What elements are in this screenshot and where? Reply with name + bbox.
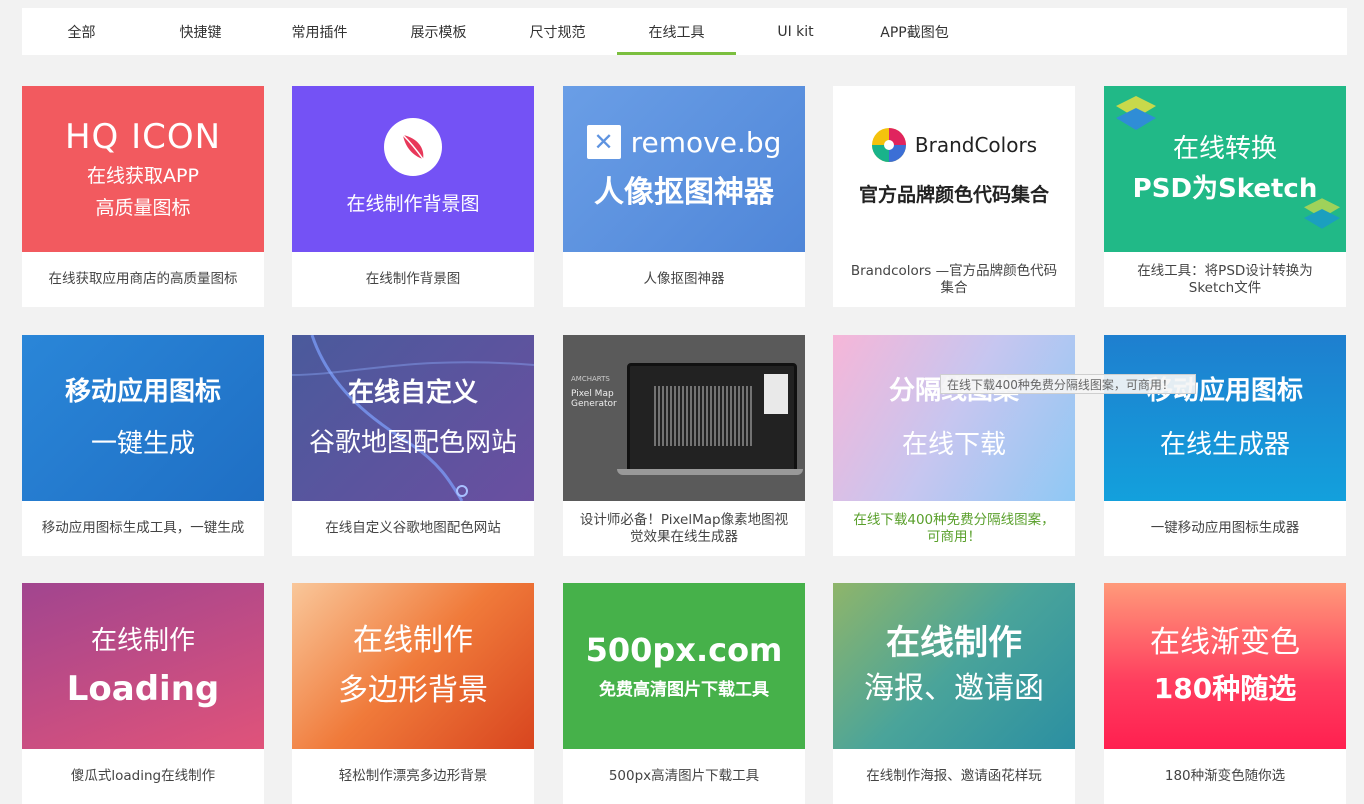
card-thumbnail[interactable]: AMCHARTS Pixel Map Generator xyxy=(563,335,805,501)
amcharts-brand: AMCHARTS Pixel Map Generator xyxy=(571,375,619,409)
card-thumbnail[interactable]: 在线自定义 谷歌地图配色网站 xyxy=(292,335,534,501)
card-thumbnail[interactable]: ✕ remove.bg 人像抠图神器 xyxy=(563,86,805,252)
category-tab-bar: 全部 快捷键 常用插件 展示模板 尺寸规范 在线工具 UI kit APP截图包 xyxy=(22,8,1347,55)
card-caption[interactable]: 轻松制作漂亮多边形背景 xyxy=(306,749,520,804)
card-thumbnail[interactable]: 在线制作 多边形背景 xyxy=(292,583,534,749)
tab-showcase-templates[interactable]: 展示模板 xyxy=(379,8,498,55)
thumb-subtitle: 谷歌地图配色网站 xyxy=(308,428,517,458)
card-caption[interactable]: 人像抠图神器 xyxy=(577,252,791,307)
card-caption[interactable]: 在线制作海报、邀请函花样玩 xyxy=(847,749,1061,804)
card-caption[interactable]: Brandcolors —官方品牌颜色代码集合 xyxy=(847,252,1061,307)
thumb-title: 在线渐变色 xyxy=(1150,625,1300,660)
card-caption[interactable]: 在线自定义谷歌地图配色网站 xyxy=(306,501,520,556)
card-thumbnail[interactable]: 移动应用图标 一键生成 xyxy=(22,335,264,501)
card-caption[interactable]: 傻瓜式loading在线制作 xyxy=(36,749,250,804)
thumb-subtitle: 180种随选 xyxy=(1153,672,1297,705)
tool-card[interactable]: 在线渐变色 180种随选 180种渐变色随你选 xyxy=(1104,583,1346,804)
card-thumbnail[interactable]: 在线制作 海报、邀请函 xyxy=(833,583,1075,749)
thumb-title: BrandColors xyxy=(914,133,1038,157)
tool-card[interactable]: HQ ICON 在线获取APP 高质量图标 在线获取应用商店的高质量图标 xyxy=(22,86,264,307)
thumb-subtitle: Pixel Map Generator xyxy=(571,389,617,409)
tool-card[interactable]: 分隔线图案 在线下载 在线下载400种免费分隔线图案，可商用！ xyxy=(833,335,1075,556)
removebg-logo: ✕ remove.bg xyxy=(586,125,782,159)
thumb-title: 在线转换 xyxy=(1172,134,1277,164)
tab-app-screenshots[interactable]: APP截图包 xyxy=(855,8,974,55)
thumb-title: 500px.com xyxy=(585,631,783,669)
card-caption[interactable]: 在线获取应用商店的高质量图标 xyxy=(36,252,250,307)
tab-ui-kit[interactable]: UI kit xyxy=(736,8,855,55)
card-thumbnail[interactable]: 在线制作背景图 xyxy=(292,86,534,252)
thumb-title: 在线制作背景图 xyxy=(346,193,480,215)
card-caption[interactable]: 在线下载400种免费分隔线图案，可商用！ xyxy=(847,501,1061,556)
thumb-subtitle: 在线下载 xyxy=(901,430,1006,460)
thumb-subtitle: 在线获取APP xyxy=(87,165,199,187)
card-caption[interactable]: 180种渐变色随你选 xyxy=(1118,749,1332,804)
thumb-title: 在线自定义 xyxy=(347,378,478,408)
thumb-subtitle: 免费高清图片下载工具 xyxy=(599,680,769,700)
thumb-subtitle: 人像抠图神器 xyxy=(594,175,774,210)
tool-card[interactable]: 在线制作 Loading 傻瓜式loading在线制作 xyxy=(22,583,264,804)
card-caption[interactable]: 移动应用图标生成工具，一键生成 xyxy=(36,501,250,556)
tab-online-tools[interactable]: 在线工具 xyxy=(617,8,736,55)
tool-card[interactable]: 在线自定义 谷歌地图配色网站 在线自定义谷歌地图配色网站 xyxy=(292,335,534,556)
thumb-subtitle: PSD为Sketch xyxy=(1132,174,1318,204)
card-thumbnail[interactable]: HQ ICON 在线获取APP 高质量图标 xyxy=(22,86,264,252)
thumb-subtitle: 一键生成 xyxy=(90,429,195,459)
hover-tooltip: 在线下载400种免费分隔线图案，可商用！ xyxy=(940,374,1196,394)
thumb-title: HQ ICON xyxy=(64,117,222,157)
card-caption[interactable]: 设计师必备！PixelMap像素地图视觉效果在线生成器 xyxy=(577,501,791,556)
thumb-subtitle: Loading xyxy=(66,669,220,709)
thumb-title: AMCHARTS xyxy=(571,375,610,383)
tool-card[interactable]: 在线制作 多边形背景 轻松制作漂亮多边形背景 xyxy=(292,583,534,804)
tool-card[interactable]: 在线转换 PSD为Sketch 在线工具：将PSD设计转换为Sketch文件 xyxy=(1104,86,1346,307)
thumb-title: remove.bg xyxy=(630,125,782,159)
map-route-decoration xyxy=(292,335,534,501)
tool-card[interactable]: BrandColors 官方品牌颜色代码集合 Brandcolors —官方品牌… xyxy=(833,86,1075,307)
tab-all[interactable]: 全部 xyxy=(22,8,141,55)
tool-card[interactable]: AMCHARTS Pixel Map Generator 设计师必备！Pixel… xyxy=(563,335,805,556)
close-icon: ✕ xyxy=(586,125,621,159)
thumb-subtitle: 官方品牌颜色代码集合 xyxy=(858,184,1049,206)
card-caption[interactable]: 在线工具：将PSD设计转换为Sketch文件 xyxy=(1118,252,1332,307)
sketch-gem-icon xyxy=(1304,198,1340,229)
card-thumbnail[interactable]: 在线转换 PSD为Sketch xyxy=(1104,86,1346,252)
tab-size-specs[interactable]: 尺寸规范 xyxy=(498,8,617,55)
leaf-logo-icon xyxy=(384,118,442,176)
brandcolors-logo: BrandColors xyxy=(871,127,1037,163)
tool-card[interactable]: ✕ remove.bg 人像抠图神器 人像抠图神器 xyxy=(563,86,805,307)
thumb-title: 移动应用图标 xyxy=(64,377,221,407)
thumb-title: 在线制作 xyxy=(353,623,473,658)
card-thumbnail[interactable]: 在线制作 Loading xyxy=(22,583,264,749)
tab-shortcuts[interactable]: 快捷键 xyxy=(141,8,260,55)
thumb-subtitle: 高质量图标 xyxy=(95,197,191,219)
thumb-subtitle: 多边形背景 xyxy=(338,673,488,708)
thumb-title: 在线制作 xyxy=(90,626,195,656)
pixel-map xyxy=(654,386,754,446)
card-thumbnail[interactable]: 500px.com 免费高清图片下载工具 xyxy=(563,583,805,749)
card-caption[interactable]: 在线制作背景图 xyxy=(306,252,520,307)
tool-card[interactable]: 500px.com 免费高清图片下载工具 500px高清图片下载工具 xyxy=(563,583,805,804)
laptop-base xyxy=(617,469,803,475)
card-caption[interactable]: 一键移动应用图标生成器 xyxy=(1118,501,1332,556)
card-thumbnail[interactable]: 分隔线图案 在线下载 xyxy=(833,335,1075,501)
thumb-subtitle: 在线生成器 xyxy=(1159,430,1290,460)
card-caption[interactable]: 500px高清图片下载工具 xyxy=(577,749,791,804)
tool-card[interactable]: 在线制作背景图 在线制作背景图 xyxy=(292,86,534,307)
thumb-title: 在线制作 xyxy=(886,623,1022,663)
card-thumbnail[interactable]: 移动应用图标 在线生成器 xyxy=(1104,335,1346,501)
card-thumbnail[interactable]: 在线渐变色 180种随选 xyxy=(1104,583,1346,749)
tab-common-plugins[interactable]: 常用插件 xyxy=(260,8,379,55)
color-wheel-icon xyxy=(871,128,906,162)
tool-card[interactable]: 移动应用图标 一键生成 移动应用图标生成工具，一键生成 xyxy=(22,335,264,556)
tool-card[interactable]: 在线制作 海报、邀请函 在线制作海报、邀请函花样玩 xyxy=(833,583,1075,804)
tool-card[interactable]: 移动应用图标 在线生成器 一键移动应用图标生成器 xyxy=(1104,335,1346,556)
sketch-gem-icon xyxy=(1116,96,1156,130)
thumb-subtitle: 海报、邀请函 xyxy=(864,671,1044,706)
card-thumbnail[interactable]: BrandColors 官方品牌颜色代码集合 xyxy=(833,86,1075,252)
laptop-screen xyxy=(627,363,797,475)
settings-panel xyxy=(764,374,788,414)
